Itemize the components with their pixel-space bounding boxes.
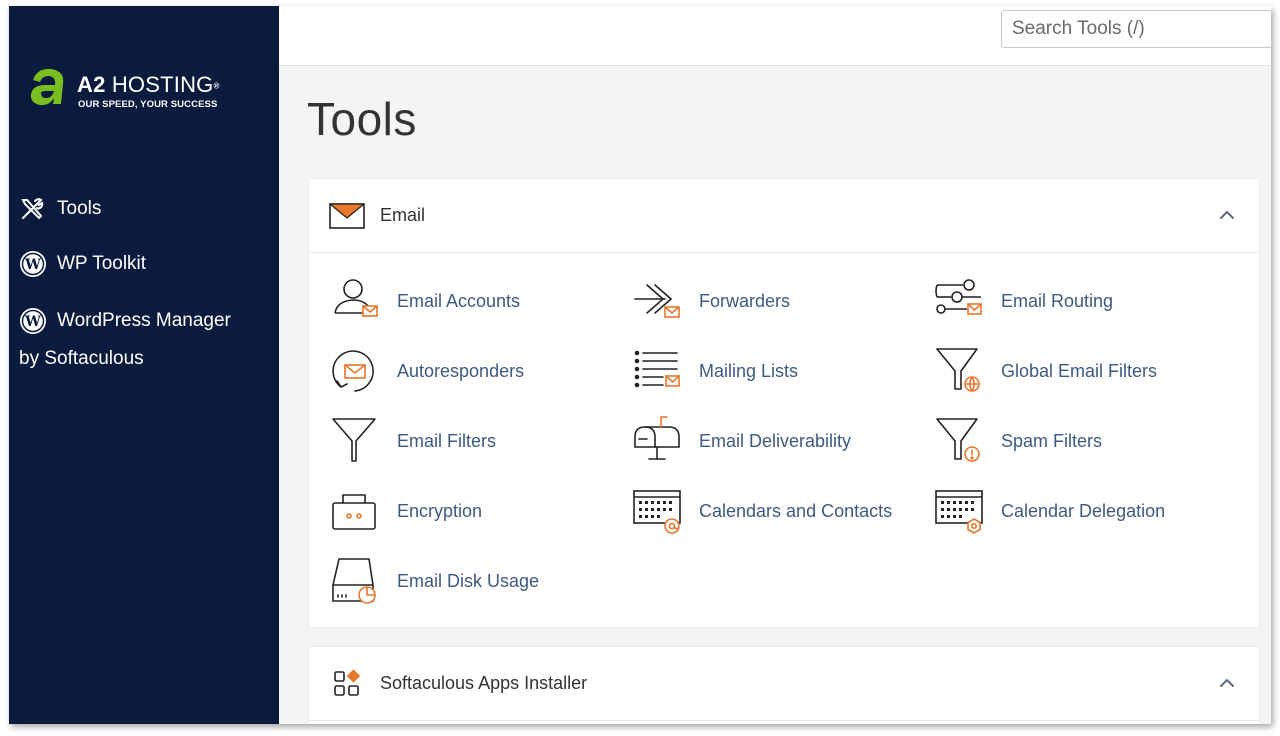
svg-text:W: W [24, 314, 41, 330]
email-panel: Email Email Accounts Forwarders Email Ro… [308, 178, 1260, 628]
filter-icon [332, 418, 376, 462]
tool-label: Email Deliverability [699, 430, 852, 451]
tool-label: Mailing Lists [699, 360, 799, 381]
panel-title: Email [380, 205, 426, 225]
tool-calendars-contacts[interactable]: Calendars and Contacts [631, 485, 892, 537]
email-routing-icon [935, 279, 982, 315]
tool-email-disk-usage[interactable]: Email Disk Usage [329, 555, 539, 607]
tool-calendar-delegation[interactable]: Calendar Delegation [933, 485, 1165, 537]
calendar-contacts-icon [633, 490, 681, 534]
sidebar-item-wordpress-manager[interactable]: W WordPress Manager by Softaculous [19, 302, 274, 378]
tools-icon [19, 194, 49, 224]
wordpress-icon: W [19, 306, 49, 336]
tool-email-accounts[interactable]: Email Accounts [329, 275, 520, 327]
brand-name: A2 HOSTING® [77, 72, 220, 98]
brand-name-thin: HOSTING [111, 72, 214, 97]
a2-logo-icon [30, 68, 64, 106]
email-panel-header[interactable]: Email [309, 179, 1259, 253]
tool-label: Email Routing [1001, 290, 1114, 311]
tool-autoresponders[interactable]: Autoresponders [329, 345, 524, 397]
tool-label: Email Accounts [397, 290, 521, 311]
autoresponders-icon [332, 350, 374, 392]
tool-label: Calendars and Contacts [699, 500, 893, 521]
sidebar-item-label: WP Toolkit [57, 253, 147, 274]
chevron-up-icon[interactable] [1217, 205, 1237, 225]
tool-mailing-lists[interactable]: Mailing Lists [631, 345, 798, 397]
sidebar-nav: Tools W WP Toolkit W WordPress Manager b… [19, 192, 274, 399]
email-tools-grid: Email Accounts Forwarders Email Routing … [309, 253, 1259, 629]
tool-label: Email Disk Usage [397, 570, 540, 591]
svg-text:W: W [24, 257, 41, 273]
calendar-delegation-icon [935, 490, 983, 534]
tool-email-routing[interactable]: Email Routing [933, 275, 1113, 327]
search-input[interactable] [1001, 10, 1271, 48]
tool-email-filters[interactable]: Email Filters [329, 415, 496, 467]
sidebar-item-label: Tools [57, 198, 102, 219]
softaculous-panel: Softaculous Apps Installer [308, 646, 1260, 724]
softaculous-panel-header[interactable]: Softaculous Apps Installer [309, 647, 1259, 721]
tool-email-deliverability[interactable]: Email Deliverability [631, 415, 851, 467]
apps-grid-icon [329, 666, 365, 702]
brand-tagline: OUR SPEED, YOUR SUCCESS [78, 99, 218, 110]
email-accounts-icon [334, 279, 378, 317]
forwarders-icon [634, 284, 680, 318]
tool-global-email-filters[interactable]: Global Email Filters [933, 345, 1157, 397]
brand-trademark: ® [213, 81, 220, 91]
tool-label: Encryption [397, 500, 483, 521]
brand-name-bold: A2 [77, 72, 106, 97]
sidebar-item-label: WordPress Manager [57, 310, 231, 331]
disk-usage-icon [332, 558, 376, 604]
tool-label: Calendar Delegation [1001, 500, 1166, 521]
sidebar-item-tools[interactable]: Tools [19, 192, 274, 226]
tool-label: Autoresponders [397, 360, 525, 381]
app-window: A2 HOSTING® OUR SPEED, YOUR SUCCESS Tool… [9, 6, 1271, 724]
tool-label: Global Email Filters [1001, 360, 1158, 381]
global-filter-icon [936, 348, 980, 392]
page-title: Tools [307, 93, 417, 145]
tool-label: Spam Filters [1001, 430, 1103, 451]
sidebar-item-wp-toolkit[interactable]: W WP Toolkit [19, 247, 274, 281]
sidebar-item-label-line2: by Softaculous [19, 348, 144, 369]
mailing-lists-icon [634, 350, 680, 388]
spam-filter-icon [936, 418, 980, 462]
sidebar: A2 HOSTING® OUR SPEED, YOUR SUCCESS Tool… [9, 6, 279, 724]
tool-spam-filters[interactable]: Spam Filters [933, 415, 1102, 467]
brand-logo[interactable]: A2 HOSTING® OUR SPEED, YOUR SUCCESS [27, 64, 247, 116]
tool-forwarders[interactable]: Forwarders [631, 275, 790, 327]
tool-label: Email Filters [397, 430, 497, 451]
panel-title: Softaculous Apps Installer [380, 673, 588, 693]
wordpress-icon: W [19, 249, 49, 279]
top-bar [279, 6, 1271, 66]
envelope-icon [329, 198, 365, 234]
chevron-up-icon[interactable] [1217, 673, 1237, 693]
tool-encryption[interactable]: Encryption [329, 485, 482, 537]
mailbox-icon [634, 416, 680, 460]
tool-label: Forwarders [699, 290, 791, 311]
encryption-icon [332, 494, 376, 530]
